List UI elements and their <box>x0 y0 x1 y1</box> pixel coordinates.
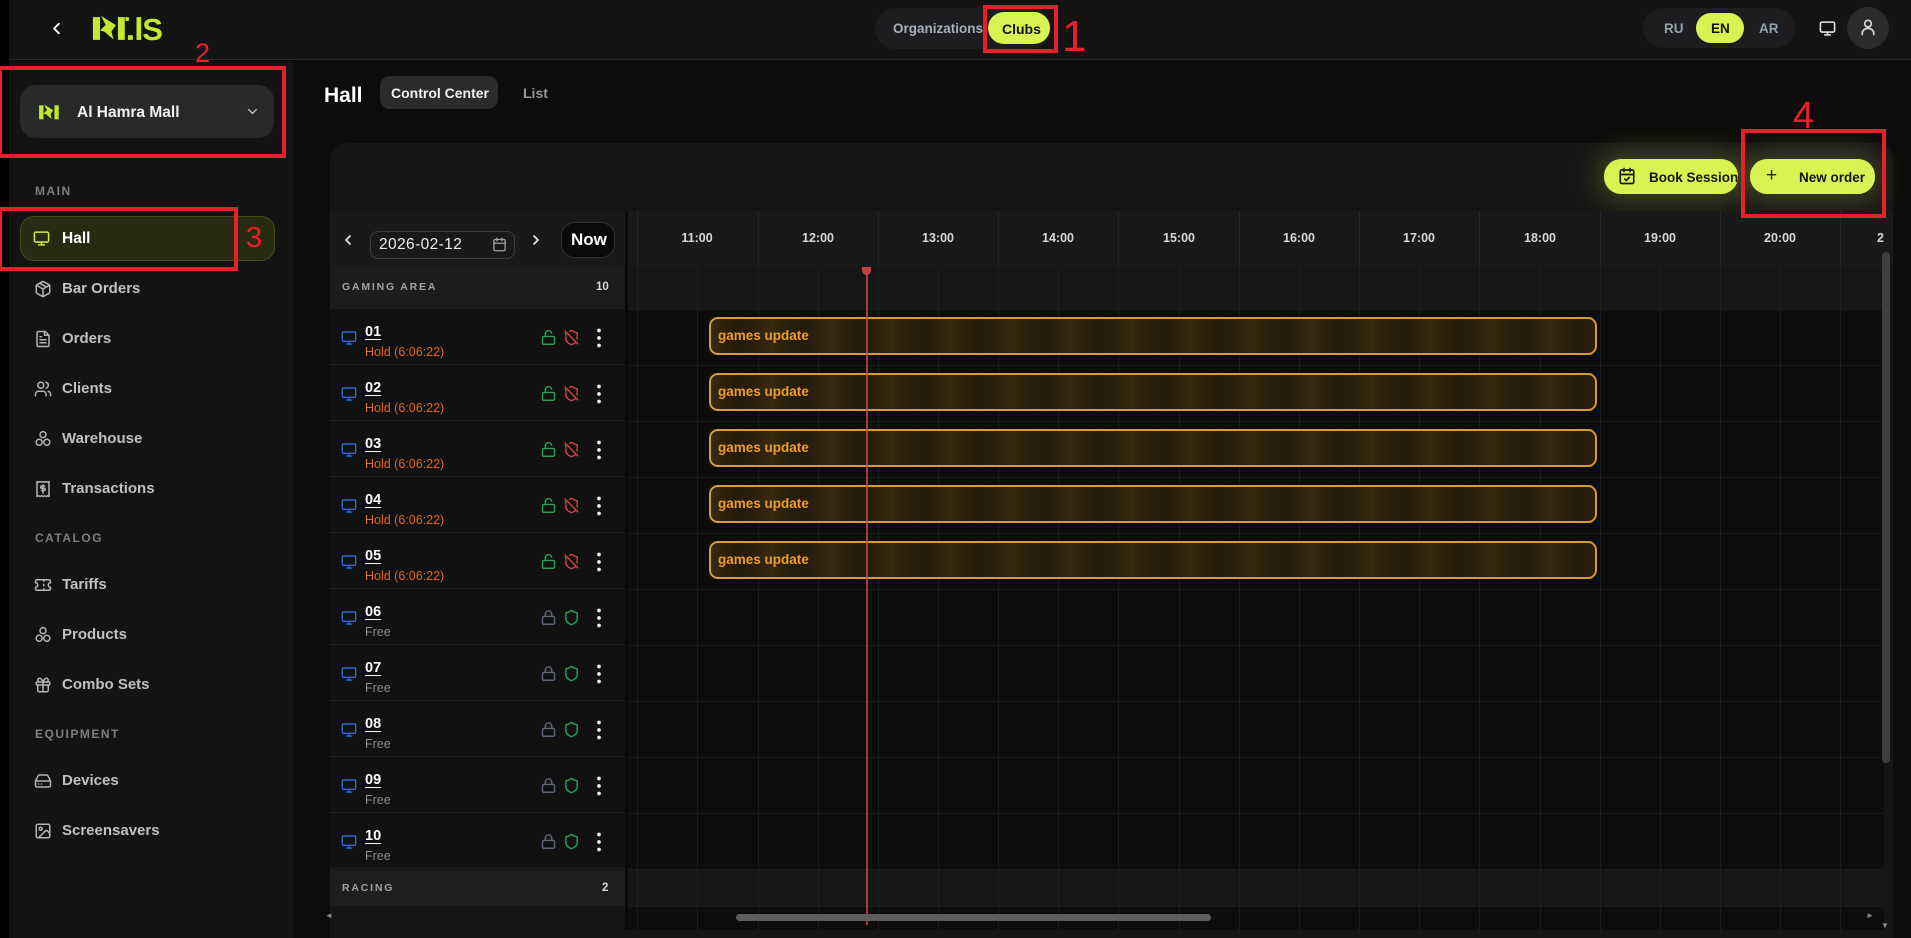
svg-text:S: S <box>142 15 163 41</box>
